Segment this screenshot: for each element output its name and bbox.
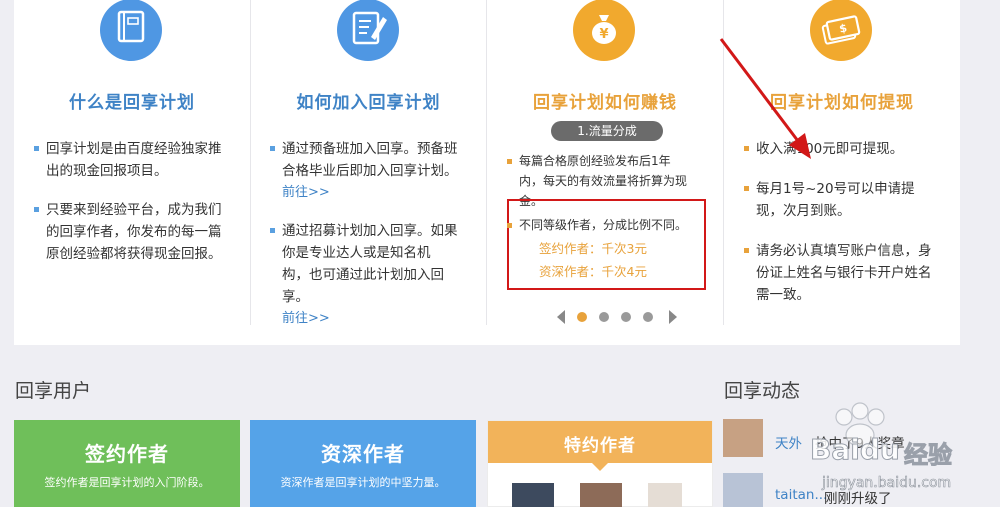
list-item: 通过招募计划加入回享。如果 你是专业达人或是知名机 构，也可通过此计划加入回 享… (270, 220, 482, 330)
tier-signed: 签约作者：千次3元 (539, 241, 647, 256)
list-item: 只要来到经验平台，成为我们 的回享作者，你发布的每一篇 原创经验都将获得现金回报… (34, 199, 246, 265)
column-title: 回享计划如何赚钱 (533, 93, 677, 113)
card-title: 签约作者 (85, 442, 169, 466)
avatar[interactable] (723, 473, 763, 507)
list-item: 通过预备班加入回享。预备班 合格毕业后即加入回享计划。 前往>> (270, 138, 482, 204)
tier-senior: 资深作者：千次4元 (539, 264, 647, 279)
next-arrow-icon[interactable] (669, 310, 677, 324)
pager-dot[interactable] (599, 312, 609, 322)
list-item: 请务必认真填写账户信息，身 份证上姓名与银行卡开户姓名 需一致。 (744, 240, 956, 306)
pager-dot[interactable] (643, 312, 653, 322)
pager-dot[interactable] (621, 312, 631, 322)
card-title: 特约作者 (564, 436, 636, 456)
section-title-users: 回享用户 (15, 380, 92, 402)
column-how-to-earn: ¥ 回享计划如何赚钱 1.流量分成 每篇合格原创经验发布后1年 内，每天的有效流… (486, 0, 723, 325)
goto-link[interactable]: 前往>> (282, 308, 482, 330)
annotation-arrow (719, 38, 811, 159)
carousel-pager (557, 310, 677, 326)
feed-item-user[interactable]: 天外 (775, 432, 802, 452)
list-item: 每月1号~20号可以申请提 现，次月到账。 (744, 178, 956, 222)
special-author-card[interactable]: 特约作者 (487, 420, 713, 507)
author-avatar[interactable] (512, 483, 554, 507)
slide-label: 1.流量分成 (551, 121, 663, 141)
senior-author-card[interactable]: 资深作者 资深作者是回享计划的中坚力量。 (250, 420, 476, 507)
watermark-cn: 经验 (904, 441, 953, 470)
list-item: 不同等级作者，分成比例不同。 (507, 215, 709, 235)
goto-link[interactable]: 前往>> (282, 182, 482, 204)
money-bag-icon: ¥ (573, 0, 635, 61)
list-item: 回享计划是由百度经验独家推 出的现金回报项目。 (34, 138, 246, 182)
avatar[interactable] (723, 419, 763, 457)
author-avatar[interactable] (648, 483, 682, 507)
column-title: 什么是回享计划 (69, 93, 195, 113)
card-title: 资深作者 (321, 442, 405, 466)
svg-text:¥: ¥ (599, 27, 608, 42)
watermark-url: jingyan.baidu.com (822, 475, 952, 492)
baidu-watermark: Baidu 经验 jingyan.baidu.com (800, 395, 1000, 507)
section-title-feed: 回享动态 (724, 380, 801, 402)
watermark-brand: Baidu (810, 433, 901, 467)
card-subtitle: 资深作者是回享计划的中坚力量。 (280, 476, 446, 489)
prev-arrow-icon[interactable] (557, 310, 565, 324)
edit-document-icon (337, 0, 399, 61)
signed-author-card[interactable]: 签约作者 签约作者是回享计划的入门阶段。 (14, 420, 240, 507)
column-title: 如何加入回享计划 (296, 93, 441, 113)
author-avatar[interactable] (580, 483, 622, 507)
card-subtitle: 签约作者是回享计划的入门阶段。 (44, 476, 210, 489)
book-icon (100, 0, 162, 61)
column-how-to-join: 如何加入回享计划 通过预备班加入回享。预备班 合格毕业后即加入回享计划。 前往>… (250, 0, 486, 326)
column-what-is: 什么是回享计划 回享计划是由百度经验独家推 出的现金回报项目。 只要来到经验平台… (14, 0, 250, 325)
pager-dot[interactable] (577, 312, 587, 322)
